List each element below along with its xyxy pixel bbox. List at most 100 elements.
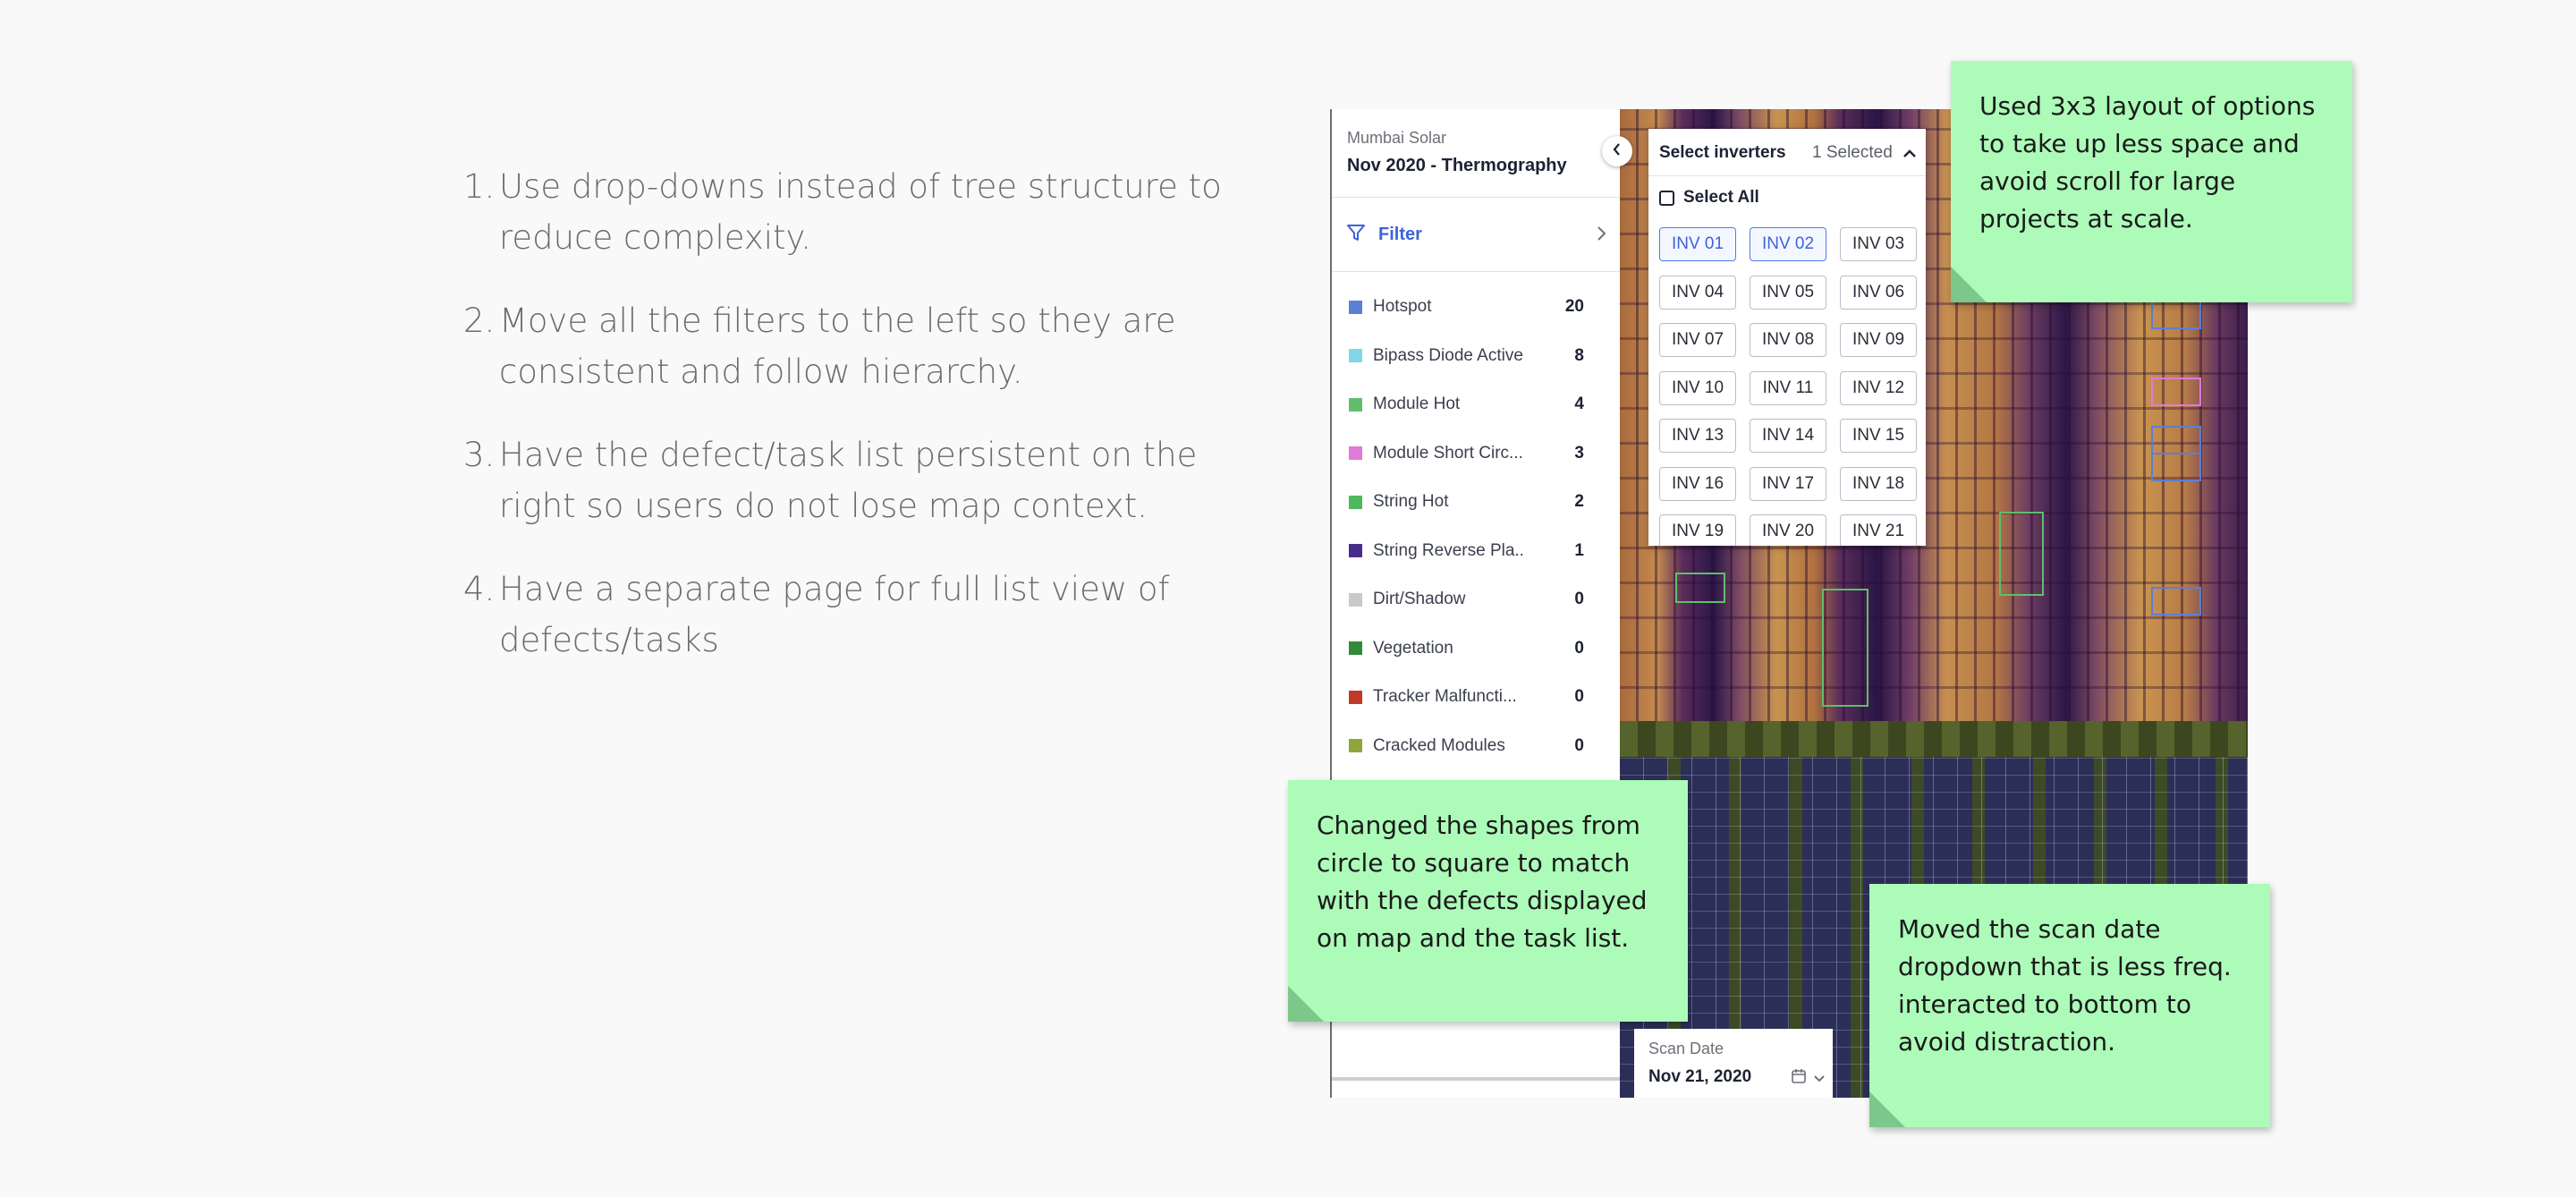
defect-count: 0 (1574, 735, 1584, 755)
filter-button[interactable]: Filter (1332, 197, 1620, 272)
defect-name: Tracker Malfuncti... (1373, 687, 1517, 706)
inverter-option[interactable]: INV 20 (1750, 514, 1826, 546)
inverter-dropdown: Select inverters 1 Selected Select All I… (1648, 129, 1926, 546)
inverter-option[interactable]: INV 14 (1750, 419, 1826, 453)
defect-marker[interactable] (1822, 589, 1868, 707)
chevron-right-icon (1597, 225, 1607, 247)
site-name: Mumbai Solar (1347, 129, 1447, 147)
inverter-option[interactable]: INV 10 (1659, 370, 1736, 405)
defect-count: 0 (1574, 687, 1584, 706)
note-text: Use drop-downs instead of tree structure… (499, 167, 1222, 257)
defect-count: 1 (1574, 540, 1584, 560)
defect-swatch-icon (1349, 690, 1362, 704)
defect-swatch-icon (1349, 446, 1362, 460)
defect-swatch-icon (1349, 349, 1362, 362)
defect-marker[interactable] (2151, 378, 2201, 406)
defect-row[interactable]: String Reverse Pla.. 1 (1332, 533, 1620, 569)
scan-title: Nov 2020 - Thermography (1347, 156, 1567, 175)
filter-label: Filter (1378, 224, 1422, 244)
defect-row[interactable]: Module Short Circ... 3 (1332, 436, 1620, 471)
scan-date-label: Scan Date (1648, 1040, 1724, 1057)
defect-count: 2 (1574, 492, 1584, 511)
note-item: 3. Have the defect/task list persistent o… (463, 429, 1233, 531)
defect-name: Dirt/Shadow (1373, 590, 1466, 608)
note-number: 1. (463, 167, 496, 206)
sticky-note-layout: Used 3x3 layout of options to take up le… (1951, 61, 2352, 302)
note-item: 2. Move all the filters to the left so th… (463, 295, 1233, 397)
defect-swatch-icon (1349, 641, 1362, 655)
inverter-option[interactable]: INV 03 (1840, 227, 1917, 261)
defect-row[interactable]: Module Hot 4 (1332, 386, 1620, 422)
checkbox-icon (1659, 190, 1674, 206)
defect-count: 4 (1574, 395, 1584, 413)
inverter-option[interactable]: INV 06 (1840, 275, 1917, 310)
inverter-option[interactable]: INV 17 (1750, 466, 1826, 501)
scan-date-value: Nov 21, 2020 (1648, 1067, 1752, 1086)
inverter-option[interactable]: INV 08 (1750, 323, 1826, 357)
defect-swatch-icon (1349, 739, 1362, 752)
chevron-up-icon (1902, 147, 1917, 163)
defect-row[interactable]: String Hot 2 (1332, 484, 1620, 520)
sticky-fold (1951, 267, 1987, 302)
defect-swatch-icon (1349, 495, 1362, 509)
defect-count: 20 (1564, 297, 1584, 316)
defect-name: Bipass Diode Active (1373, 345, 1523, 365)
panel-divider (1332, 1077, 1620, 1081)
defect-row[interactable]: Cracked Modules 0 (1332, 728, 1620, 764)
inverter-option[interactable]: INV 02 (1750, 227, 1826, 261)
sticky-note-shapes: Changed the shapes from circle to square… (1288, 780, 1688, 1022)
inverter-option[interactable]: INV 09 (1840, 323, 1917, 357)
defect-marker[interactable] (1999, 512, 2044, 596)
inverter-option[interactable]: INV 19 (1659, 514, 1736, 546)
defect-name: String Hot (1373, 492, 1449, 511)
note-text: Move all the filters to the left so they… (499, 301, 1176, 391)
inverter-option[interactable]: INV 12 (1840, 370, 1917, 405)
defect-row[interactable]: Tracker Malfuncti... 0 (1332, 679, 1620, 715)
note-number: 2. (463, 301, 496, 340)
inverter-option[interactable]: INV 01 (1659, 227, 1736, 261)
collapse-panel-button[interactable] (1602, 136, 1632, 166)
defect-row[interactable]: Dirt/Shadow 0 (1332, 582, 1620, 617)
inverter-option[interactable]: INV 21 (1840, 514, 1917, 546)
note-text: Have the defect/task list persistent on … (499, 436, 1198, 525)
inverter-option[interactable]: INV 05 (1750, 275, 1826, 310)
defect-name: Module Short Circ... (1373, 443, 1523, 463)
defect-row[interactable]: Bipass Diode Active 8 (1332, 338, 1620, 374)
note-number: 3. (463, 436, 496, 474)
defect-swatch-icon (1349, 544, 1362, 557)
defect-name: Vegetation (1373, 638, 1453, 658)
sticky-note-text: Moved the scan date dropdown that is les… (1898, 914, 2232, 1057)
defect-swatch-icon (1349, 397, 1362, 412)
inverter-dropdown-header[interactable]: Select inverters 1 Selected (1648, 129, 1926, 176)
note-text: Have a separate page for full list view … (499, 570, 1170, 659)
selected-count: 1 Selected (1812, 143, 1893, 162)
sticky-fold (1869, 1091, 1905, 1127)
defect-row[interactable]: Hotspot 20 (1332, 289, 1620, 325)
inverter-option[interactable]: INV 04 (1659, 275, 1736, 310)
inverter-option[interactable]: INV 13 (1659, 419, 1736, 453)
defect-swatch-icon (1349, 592, 1362, 607)
defect-name: Cracked Modules (1373, 735, 1505, 755)
inverter-option[interactable]: INV 15 (1840, 419, 1917, 453)
defect-marker[interactable] (1675, 573, 1725, 603)
defect-marker[interactable] (2151, 301, 2201, 329)
inverter-option[interactable]: INV 11 (1750, 370, 1826, 405)
select-all-checkbox[interactable]: Select All (1659, 188, 1759, 208)
note-number: 4. (463, 570, 496, 608)
scan-date-dropdown[interactable]: Scan Date Nov 21, 2020 (1634, 1029, 1833, 1098)
sticky-note-scandate: Moved the scan date dropdown that is les… (1869, 884, 2270, 1127)
inverter-option[interactable]: INV 16 (1659, 466, 1736, 501)
defect-marker[interactable] (2151, 426, 2201, 454)
defect-count: 3 (1574, 443, 1584, 463)
sticky-note-text: Used 3x3 layout of options to take up le… (1979, 91, 2316, 233)
defect-name: Hotspot (1373, 297, 1432, 316)
sticky-fold (1288, 986, 1324, 1022)
defect-marker[interactable] (2151, 453, 2201, 481)
inverter-option[interactable]: INV 18 (1840, 466, 1917, 501)
note-item: 1. Use drop-downs instead of tree structu… (463, 161, 1233, 263)
defect-row[interactable]: Vegetation 0 (1332, 631, 1620, 666)
select-all-label: Select All (1683, 188, 1759, 207)
defect-name: String Reverse Pla.. (1373, 540, 1524, 560)
inverter-option[interactable]: INV 07 (1659, 323, 1736, 357)
defect-marker[interactable] (2151, 587, 2201, 615)
